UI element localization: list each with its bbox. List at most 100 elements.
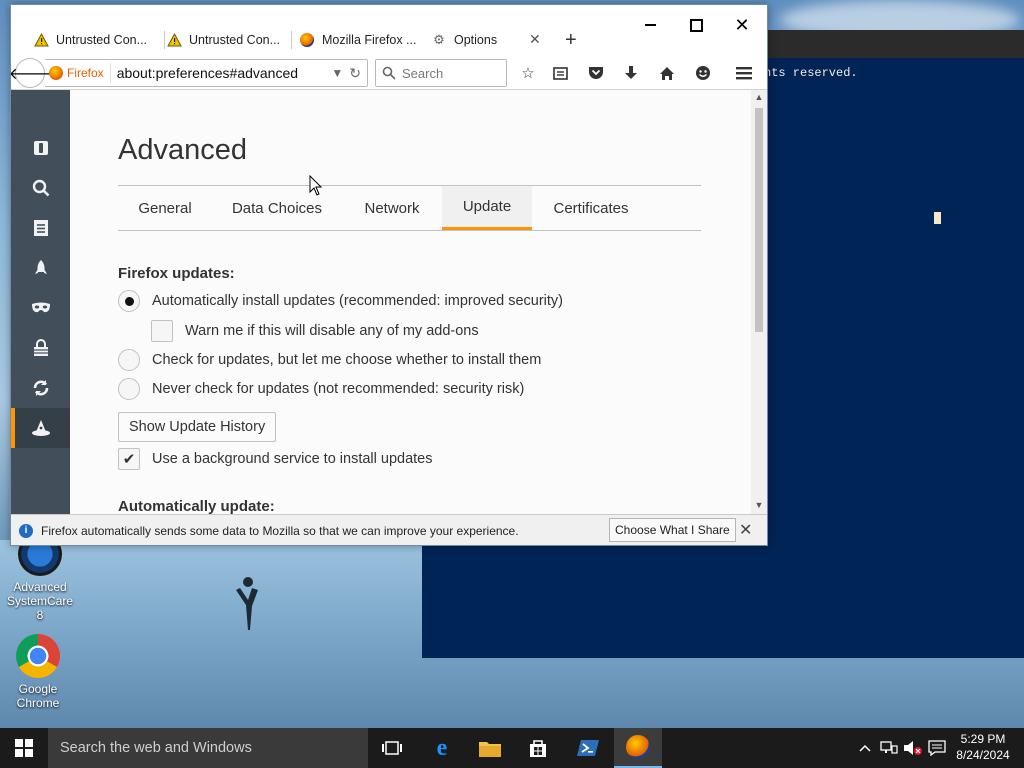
hello-icon[interactable]	[692, 62, 714, 84]
radio-button[interactable]	[118, 290, 140, 312]
scroll-down-icon[interactable]: ▼	[754, 500, 764, 510]
dropdown-arrow-icon[interactable]: ▼	[331, 66, 349, 80]
tab-general[interactable]: General	[118, 186, 212, 230]
sidebar-item-content[interactable]	[11, 208, 70, 248]
download-icon[interactable]	[620, 62, 642, 84]
notification-text: Firefox automatically sends some data to…	[41, 523, 519, 538]
sidebar-item-advanced[interactable]	[11, 408, 70, 448]
clock-time: 5:29 PM	[960, 732, 1006, 746]
desktop-icon-label: Chrome	[16, 696, 60, 710]
wallpaper-figure	[236, 577, 258, 630]
sidebar-item-privacy[interactable]	[11, 288, 70, 328]
navigation-toolbar: 🡐 Firefox about:preferences#advanced ▼ ↻…	[11, 55, 767, 90]
show-update-history-button[interactable]: Show Update History	[118, 412, 277, 442]
radio-button[interactable]	[118, 349, 140, 371]
url-bar[interactable]: Firefox about:preferences#advanced ▼ ↻	[45, 59, 368, 87]
tab-label: Untrusted Con...	[56, 33, 148, 47]
search-icon	[32, 179, 49, 197]
tab-mozilla-firefox[interactable]: Mozilla Firefox ...	[299, 25, 425, 55]
tab-network[interactable]: Network	[344, 186, 440, 230]
lock-icon	[33, 339, 48, 356]
radio-button[interactable]	[118, 378, 140, 400]
pocket-icon[interactable]	[585, 62, 607, 84]
checkbox-warn-addons[interactable]: Warn me if this will disable any of my a…	[151, 320, 479, 342]
sidebar-item-sync[interactable]	[11, 368, 70, 408]
home-icon[interactable]	[656, 62, 678, 84]
sidebar-item-search[interactable]	[11, 168, 70, 208]
checkbox-background-service[interactable]: ✔ Use a background service to install up…	[118, 448, 433, 470]
search-icon	[382, 66, 396, 80]
close-icon[interactable]: ✕	[739, 520, 752, 540]
network-icon[interactable]	[878, 728, 900, 768]
checkbox-label: Use a background service to install upda…	[152, 451, 433, 467]
info-icon: i	[19, 523, 33, 538]
firefox-icon	[49, 66, 63, 80]
maximize-button[interactable]	[673, 13, 719, 37]
chevron-up-icon[interactable]	[854, 728, 876, 768]
tab-untrusted-1[interactable]: Untrusted Con...	[33, 25, 165, 55]
chrome-icon	[16, 634, 60, 678]
site-identity[interactable]: Firefox	[45, 63, 111, 83]
sidebar-item-general[interactable]	[11, 128, 70, 168]
edge-icon[interactable]: e	[418, 728, 466, 768]
preferences-sidebar	[11, 90, 70, 514]
start-button[interactable]	[0, 728, 48, 768]
tab-close-icon[interactable]: ✕	[529, 31, 541, 48]
rocket-icon	[34, 260, 47, 274]
volume-muted-icon[interactable]	[902, 728, 924, 768]
tab-label: Mozilla Firefox ...	[322, 33, 417, 47]
advanced-tabs: General Data Choices Network Update Cert…	[118, 186, 701, 231]
reading-list-icon[interactable]	[549, 62, 571, 84]
identity-label: Firefox	[67, 66, 104, 80]
search-placeholder: Search	[402, 65, 444, 81]
desktop-icon-google-chrome[interactable]: Google Chrome	[0, 634, 76, 710]
tab-certificates[interactable]: Certificates	[538, 186, 644, 230]
tab-label: Untrusted Con...	[189, 33, 281, 47]
firefox-taskbar-icon[interactable]	[614, 728, 662, 768]
page-title: Advanced	[118, 134, 247, 166]
checkbox[interactable]: ✔	[118, 448, 140, 470]
console-titlebar[interactable]	[766, 30, 1024, 58]
minimize-button[interactable]	[627, 13, 673, 37]
file-explorer-icon[interactable]	[466, 728, 514, 768]
windows-logo-icon	[15, 739, 33, 757]
sidebar-item-applications[interactable]	[11, 248, 70, 288]
gear-icon: ⚙	[433, 32, 445, 47]
firefox-window[interactable]: Untrusted Con... Untrusted Con... Mozill…	[10, 4, 768, 546]
tab-update[interactable]: Update	[442, 186, 532, 230]
checkbox[interactable]	[151, 320, 173, 342]
choose-what-i-share-button[interactable]: Choose What I Share	[609, 518, 736, 542]
url-text: about:preferences#advanced	[116, 65, 299, 81]
vertical-scrollbar[interactable]: ▲ ▼	[751, 90, 767, 514]
warning-icon	[33, 32, 49, 48]
tab-options[interactable]: ⚙ Options ✕	[431, 25, 549, 55]
new-tab-button[interactable]: +	[565, 25, 585, 55]
sidebar-item-security[interactable]	[11, 328, 70, 368]
tab-untrusted-2[interactable]: Untrusted Con...	[166, 25, 292, 55]
back-button[interactable]: 🡐	[11, 58, 51, 88]
powershell-icon[interactable]	[564, 728, 612, 768]
search-input[interactable]: Search	[375, 59, 507, 87]
system-clock[interactable]: 5:29 PM 8/24/2024	[950, 731, 1016, 763]
radio-auto-install[interactable]: Automatically install updates (recommend…	[118, 290, 563, 312]
scroll-up-icon[interactable]: ▲	[754, 92, 764, 102]
scrollbar-thumb[interactable]	[755, 108, 763, 332]
tab-label: Options	[454, 33, 498, 47]
reload-icon[interactable]: ↻	[349, 65, 367, 82]
mask-icon	[31, 302, 50, 313]
menu-hamburger-icon[interactable]	[733, 62, 755, 84]
radio-never-check[interactable]: Never check for updates (not recommended…	[118, 378, 524, 400]
task-view-icon[interactable]	[368, 728, 416, 768]
radio-check-let-me-choose[interactable]: Check for updates, but let me choose whe…	[118, 349, 541, 371]
warning-icon	[166, 32, 182, 48]
switch-icon	[33, 141, 48, 155]
close-window-button[interactable]: ✕	[719, 13, 765, 37]
action-center-icon[interactable]	[926, 728, 948, 768]
mouse-cursor-icon	[309, 175, 323, 196]
taskbar-search-input[interactable]: Search the web and Windows	[48, 728, 368, 768]
store-icon[interactable]	[514, 728, 562, 768]
radio-label: Check for updates, but let me choose whe…	[152, 352, 542, 368]
wizard-hat-icon	[31, 420, 50, 436]
preferences-content: Advanced General Data Choices Network Up…	[70, 90, 751, 514]
bookmark-star-icon[interactable]: ☆	[517, 62, 539, 84]
